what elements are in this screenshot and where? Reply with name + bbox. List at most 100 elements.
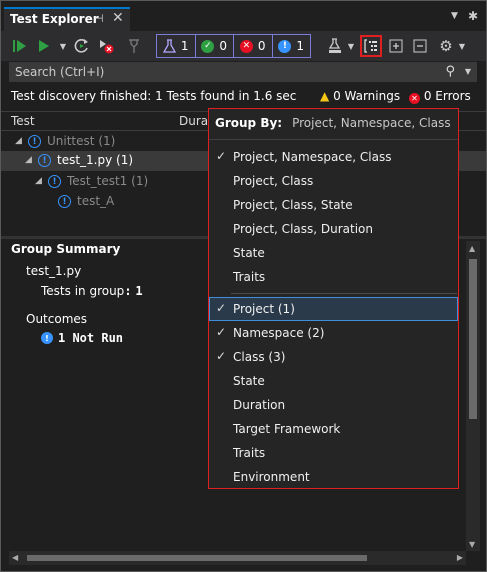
analyze-icon	[129, 39, 139, 53]
total-tests-filter[interactable]: 1	[157, 35, 196, 57]
warnings-badge[interactable]: ▲ 0 Warnings	[320, 89, 400, 103]
tree-label: Unittest (1)	[47, 134, 116, 148]
group-by-menu: Group By: Project, Namespace, Class ✓ Pro…	[208, 108, 459, 489]
total-count: 1	[180, 39, 189, 53]
expand-icon[interactable]: ◢	[35, 176, 42, 186]
warnings-count: 0 Warnings	[333, 89, 401, 103]
repeat-run-icon	[74, 39, 88, 53]
check-icon: ✓	[216, 301, 227, 315]
playlist-dropdown[interactable]: ▼	[346, 36, 356, 56]
run-dropdown[interactable]: ▼	[58, 36, 68, 56]
close-icon[interactable]: ✕	[112, 10, 124, 26]
check-icon: ✓	[216, 149, 227, 163]
menu-item-level-class[interactable]: ✓ Class (3)	[209, 345, 458, 369]
menu-item-level-environment[interactable]: Environment	[209, 465, 458, 489]
window-menu-dropdown-icon[interactable]: ▼	[451, 11, 458, 21]
menu-item-preset-traits[interactable]: Traits	[209, 265, 458, 289]
tree-label: test_A	[77, 194, 115, 208]
settings-gear-icon[interactable]: ⚙	[437, 36, 455, 56]
expand-all-icon	[389, 39, 403, 53]
tab-test-explorer[interactable]: Test Explorer ⊣ ✕	[4, 7, 130, 31]
expand-icon[interactable]: ◢	[15, 136, 22, 146]
menu-item-level-target-framework[interactable]: Target Framework	[209, 417, 458, 441]
flask-icon	[162, 39, 176, 53]
divider	[209, 139, 458, 140]
menu-item-preset-project-class-duration[interactable]: Project, Class, Duration	[209, 217, 458, 241]
failed-tests-filter[interactable]: ✕ 0	[234, 35, 273, 57]
menu-item-level-state[interactable]: State	[209, 369, 458, 393]
error-icon: ✕	[409, 93, 420, 104]
test-counters: 1 ✓ 0 ✕ 0 ! 1	[156, 34, 311, 58]
window-settings-icon[interactable]: ✱	[468, 9, 478, 23]
divider	[231, 293, 457, 294]
scroll-right-icon[interactable]: ▶	[457, 553, 463, 562]
expand-icon[interactable]: ◢	[25, 155, 32, 165]
search-icon[interactable]: ⚲	[445, 64, 455, 79]
window-title: Test Explorer	[10, 12, 99, 26]
search-box[interactable]: Search (Ctrl+I) ⚲ ▼	[9, 62, 477, 82]
not-run-outcome[interactable]: ! 1 Not Run	[41, 331, 123, 345]
group-by-button[interactable]	[360, 35, 382, 57]
tree-label: test_1.py (1)	[57, 153, 134, 167]
run-icon	[39, 40, 49, 52]
search-dropdown-icon[interactable]: ▼	[465, 67, 471, 76]
group-by-icon	[364, 39, 377, 53]
run-button[interactable]	[37, 36, 51, 56]
not-run-icon: !	[38, 154, 51, 167]
status-message: Test discovery finished: 1 Tests found i…	[11, 89, 297, 103]
errors-badge[interactable]: ✕ 0 Errors	[409, 89, 471, 104]
failed-icon: ✕	[239, 39, 253, 53]
horizontal-scrollbar[interactable]: ◀ ▶	[9, 551, 466, 565]
scroll-up-icon[interactable]: ▲	[469, 244, 475, 253]
scroll-down-icon[interactable]: ▼	[469, 540, 475, 549]
group-by-label: Group By:	[215, 116, 283, 130]
failed-count: 0	[257, 39, 266, 53]
group-summary-name: test_1.py	[26, 264, 82, 278]
analyze-button[interactable]	[125, 36, 143, 56]
menu-item-level-project[interactable]: ✓ Project (1)	[209, 297, 458, 321]
run-all-button[interactable]	[11, 36, 29, 56]
tests-in-group: Tests in group: 1	[41, 284, 143, 298]
menu-item-preset-project-class[interactable]: Project, Class	[209, 169, 458, 193]
passed-count: 0	[219, 39, 228, 53]
column-test[interactable]: Test	[11, 114, 35, 128]
menu-item-level-namespace[interactable]: ✓ Namespace (2)	[209, 321, 458, 345]
toolbar: ▼ 1 ✓ 0 ✕ 0 ! 1 ▼ ⚙ ▼	[1, 31, 486, 61]
warning-icon: ▲	[320, 89, 330, 103]
vertical-scrollbar[interactable]: ▲ ▼	[466, 241, 480, 551]
group-summary-title: Group Summary	[11, 242, 121, 256]
tree-label: Test_test1 (1)	[67, 174, 149, 188]
menu-item-level-duration[interactable]: Duration	[209, 393, 458, 417]
not-run-tests-filter[interactable]: ! 1	[273, 35, 311, 57]
passed-icon: ✓	[201, 39, 215, 53]
not-run-icon: !	[41, 332, 53, 344]
title-bar: Test Explorer ⊣ ✕ ▼ ✱	[1, 1, 486, 31]
cancel-run-button[interactable]	[97, 36, 115, 56]
cancel-run-icon	[100, 40, 114, 54]
pin-icon[interactable]: ⊣	[94, 12, 104, 25]
group-by-current: Project, Namespace, Class	[292, 116, 451, 130]
menu-item-level-traits[interactable]: Traits	[209, 441, 458, 465]
menu-item-preset-project-class-state[interactable]: Project, Class, State	[209, 193, 458, 217]
check-icon: ✓	[216, 349, 227, 363]
repeat-run-button[interactable]	[73, 36, 91, 56]
not-run-count: 1	[296, 39, 305, 53]
run-all-icon	[13, 40, 26, 52]
vertical-scroll-thumb[interactable]	[469, 259, 477, 419]
expand-all-button[interactable]	[387, 36, 405, 56]
settings-dropdown[interactable]: ▼	[457, 36, 467, 56]
outcomes-label: Outcomes	[26, 312, 88, 326]
check-icon: ✓	[216, 325, 227, 339]
menu-item-preset-state[interactable]: State	[209, 241, 458, 265]
collapse-all-icon	[413, 39, 427, 53]
playlist-button[interactable]	[326, 36, 344, 56]
errors-count: 0 Errors	[423, 89, 471, 103]
passed-tests-filter[interactable]: ✓ 0	[196, 35, 234, 57]
search-input[interactable]: Search (Ctrl+I)	[15, 65, 104, 79]
collapse-all-button[interactable]	[411, 36, 429, 56]
menu-item-preset-project-namespace-class[interactable]: ✓ Project, Namespace, Class	[209, 145, 458, 169]
group-by-header: Group By: Project, Namespace, Class	[215, 116, 451, 130]
scroll-left-icon[interactable]: ◀	[12, 553, 18, 562]
not-run-icon: !	[278, 39, 292, 53]
horizontal-scroll-thumb[interactable]	[27, 555, 367, 561]
